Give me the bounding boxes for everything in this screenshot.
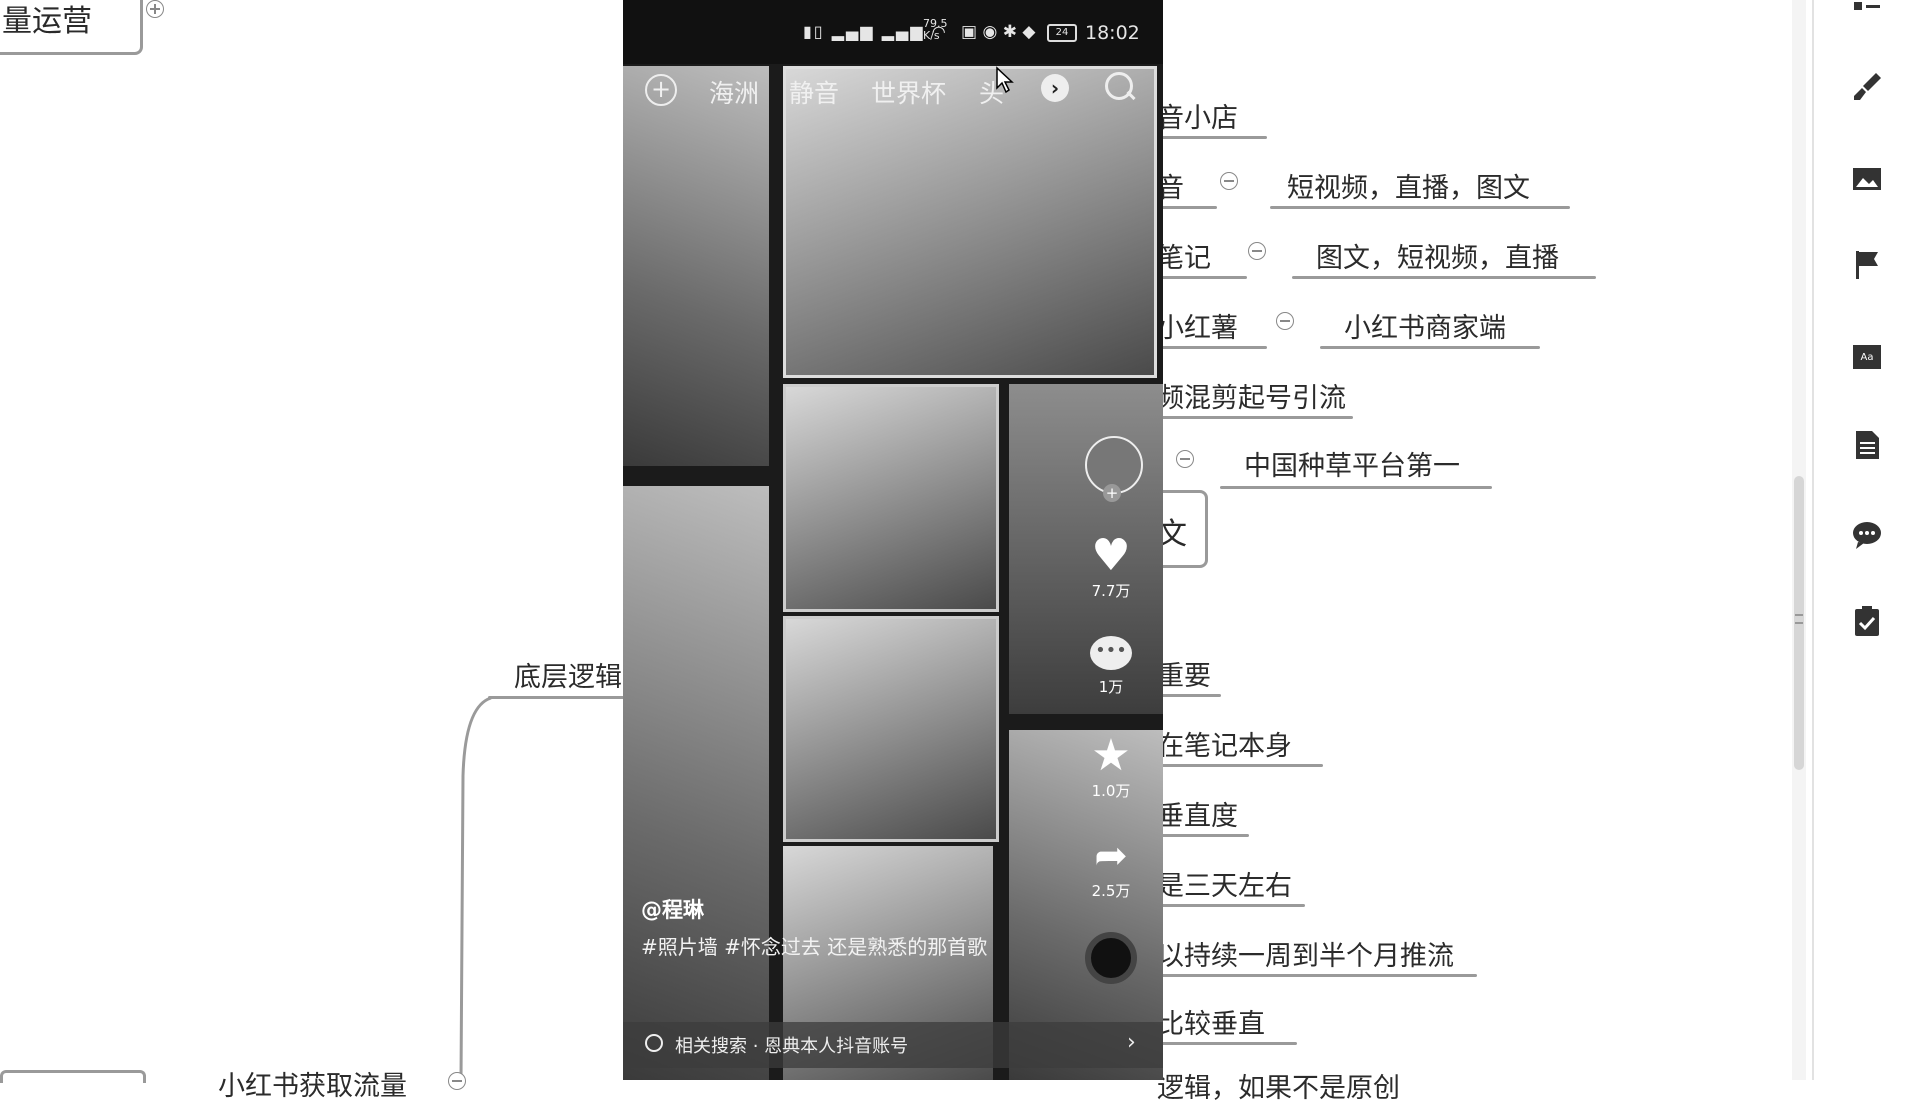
scrollbar-grip-icon: [1795, 614, 1803, 624]
photo-tile: [783, 384, 999, 612]
branch-node-underlying-logic[interactable]: 底层逻辑: [514, 655, 622, 694]
mindmap-item-7[interactable]: 重要: [1157, 654, 1211, 693]
music-disc-icon[interactable]: [1085, 932, 1137, 984]
share-count: 2.5万: [1091, 882, 1131, 900]
comment-icon[interactable]: [1850, 518, 1884, 552]
share-icon: ➦: [1094, 833, 1128, 879]
search-icon: [645, 1034, 663, 1052]
mindmap-item-11[interactable]: 以持续一周到半个月推流: [1157, 934, 1454, 973]
tab-0[interactable]: 海洲: [709, 74, 759, 110]
tab-1[interactable]: 静音: [789, 74, 839, 110]
follow-icon[interactable]: +: [1103, 484, 1121, 502]
battery-level: 24: [1055, 27, 1069, 38]
collapse-icon[interactable]: [448, 1072, 466, 1090]
mouse-cursor-icon: [996, 66, 1014, 94]
share-button[interactable]: ➦ 2.5万: [1079, 832, 1143, 901]
root-node[interactable]: 量运营: [0, 0, 143, 55]
like-count: 7.7万: [1091, 582, 1131, 600]
add-icon[interactable]: +: [645, 74, 677, 106]
image-icon[interactable]: [1850, 162, 1884, 196]
favorite-count: 1.0万: [1091, 782, 1131, 800]
svg-text:Aa: Aa: [1861, 352, 1874, 363]
text-style-icon[interactable]: Aa: [1850, 340, 1884, 374]
comment-button[interactable]: ••• 1万: [1079, 636, 1143, 697]
note-icon[interactable]: [1850, 428, 1884, 462]
branch-connector: [459, 696, 492, 1080]
like-button[interactable]: ♥ 7.7万: [1079, 532, 1143, 601]
mindmap-child-1[interactable]: 短视频，直播，图文: [1287, 166, 1530, 205]
clock: 18:02: [1085, 22, 1140, 44]
tool-sidebar: Aa: [1812, 0, 1910, 1080]
top-nav: + 海洲 静音 世界杯 头 ›: [623, 70, 1163, 116]
mindmap-child-3[interactable]: 小红书商家端: [1344, 306, 1506, 345]
comment-count: 1万: [1098, 678, 1124, 696]
tab-2[interactable]: 世界杯: [871, 74, 946, 110]
photo-tile: [623, 486, 769, 1080]
heart-icon: ♥: [1091, 530, 1131, 581]
mindmap-item-2[interactable]: 笔记: [1157, 236, 1211, 275]
status-icons: ▣ ◉ ✱ ◆: [961, 22, 1036, 42]
related-search-bar[interactable]: 相关搜索 · 恩典本人抖音账号 ›: [623, 1022, 1163, 1068]
mindmap-child-5[interactable]: 中国种草平台第一: [1244, 444, 1460, 483]
mindmap-item-0[interactable]: 音小店: [1157, 96, 1238, 135]
photo-tile: [783, 616, 999, 842]
collapse-icon[interactable]: [1220, 172, 1238, 190]
vertical-scrollbar[interactable]: [1792, 0, 1806, 1080]
mindmap-item-12[interactable]: 比较垂直: [1157, 1002, 1265, 1041]
star-icon: ★: [1091, 730, 1131, 781]
mindmap-child-2[interactable]: 图文，短视频，直播: [1316, 236, 1559, 275]
task-icon[interactable]: [1850, 604, 1884, 638]
root-node-label: 量运营: [2, 4, 92, 39]
collapse-icon[interactable]: [1276, 312, 1294, 330]
bottom-node[interactable]: 小红书获取流量: [218, 1064, 407, 1103]
video-caption: #照片墙 #怀念过去 还是熟悉的那首歌: [641, 935, 988, 959]
mindmap-item-8[interactable]: 在笔记本身: [1157, 724, 1292, 763]
related-search-text: 相关搜索 · 恩典本人抖音账号: [675, 1036, 909, 1057]
brush-icon[interactable]: [1850, 70, 1884, 104]
expand-icon[interactable]: [146, 0, 164, 18]
collapse-icon[interactable]: [1176, 450, 1194, 468]
mindmap-item-4[interactable]: 频混剪起号引流: [1157, 376, 1346, 415]
mindmap-item-9[interactable]: 垂直度: [1157, 794, 1238, 833]
outline-icon[interactable]: [1850, 0, 1884, 34]
mindmap-item-3[interactable]: 小红薯: [1157, 306, 1238, 345]
net-speed: 79.5 K/s: [923, 17, 948, 42]
photo-tile: [623, 66, 769, 466]
collapse-icon[interactable]: [1248, 242, 1266, 260]
status-bar: ▮▯ ▂▄▆ ▂▄▆ ◠ 79.5 K/s ▣ ◉ ✱ ◆ 24 18:02: [623, 0, 1163, 64]
more-tabs-icon[interactable]: ›: [1041, 74, 1069, 102]
author-name[interactable]: @程琳: [641, 894, 704, 924]
flag-icon[interactable]: [1850, 248, 1884, 282]
phone-screen[interactable]: ▮▯ ▂▄▆ ▂▄▆ ◠ 79.5 K/s ▣ ◉ ✱ ◆ 24 18:02 +…: [623, 0, 1163, 1080]
comment-icon: •••: [1090, 636, 1132, 670]
battery-icon: 24: [1047, 24, 1077, 42]
mindmap-item-13[interactable]: 逻辑，如果不是原创: [1157, 1066, 1400, 1105]
chevron-right-icon: ›: [1127, 1030, 1136, 1055]
mindmap-item-10[interactable]: 是三天左右: [1157, 864, 1292, 903]
favorite-button[interactable]: ★ 1.0万: [1079, 732, 1143, 801]
